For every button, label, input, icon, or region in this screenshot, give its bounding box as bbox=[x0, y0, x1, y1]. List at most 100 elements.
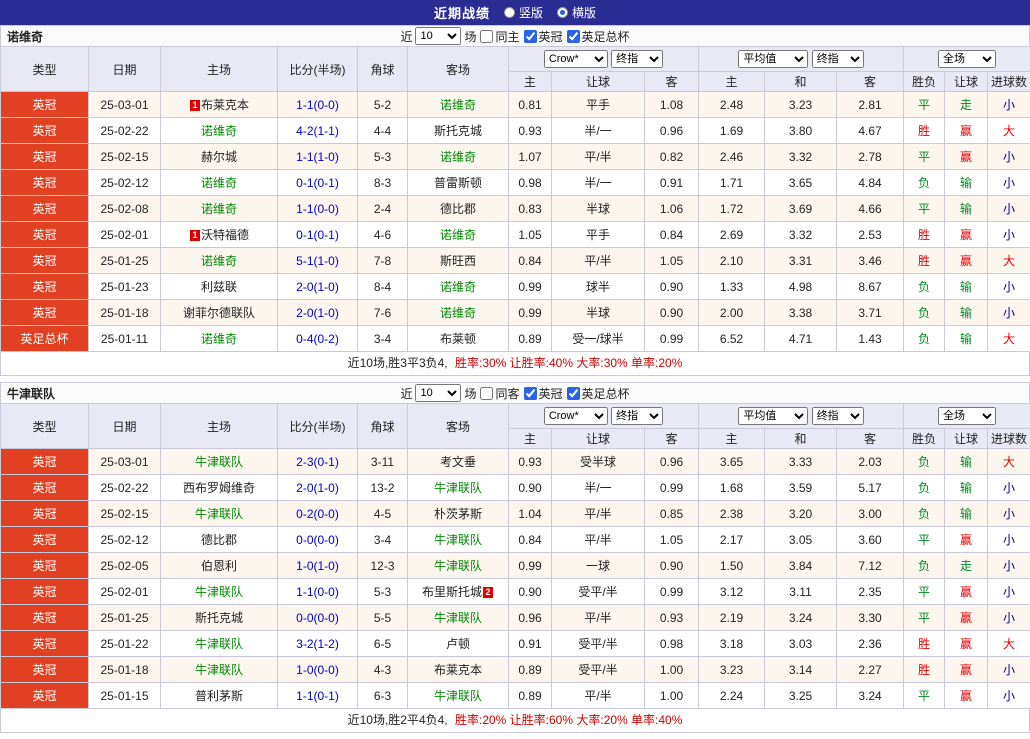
home-team-cell[interactable]: 牛津联队 bbox=[161, 449, 278, 475]
home-team-cell[interactable]: 赫尔城 bbox=[161, 144, 278, 170]
away-team-cell[interactable]: 考文垂 bbox=[408, 449, 509, 475]
odds-group-header: Crow* 终指 bbox=[509, 47, 699, 72]
odds-final-select[interactable]: 终指 bbox=[611, 50, 663, 68]
home-team-cell[interactable]: 牛津联队 bbox=[161, 631, 278, 657]
cup-checkbox[interactable] bbox=[567, 30, 580, 43]
avg-select[interactable]: 平均值 bbox=[738, 50, 808, 68]
odds-company-select[interactable]: Crow* bbox=[544, 50, 608, 68]
score-cell[interactable]: 2-0(1-0) bbox=[278, 274, 358, 300]
cup-filter[interactable]: 英足总杯 bbox=[566, 385, 630, 402]
score-cell[interactable]: 2-0(1-0) bbox=[278, 300, 358, 326]
same-venue-checkbox[interactable] bbox=[480, 30, 493, 43]
same-venue-checkbox[interactable] bbox=[480, 387, 493, 400]
home-team-cell[interactable]: 牛津联队 bbox=[161, 657, 278, 683]
score-cell[interactable]: 5-1(1-0) bbox=[278, 248, 358, 274]
league-filter[interactable]: 英冠 bbox=[523, 385, 563, 402]
away-team-cell[interactable]: 诺维奇 bbox=[408, 144, 509, 170]
home-team-cell[interactable]: 利兹联 bbox=[161, 274, 278, 300]
score-cell[interactable]: 1-1(0-0) bbox=[278, 92, 358, 118]
away-team-cell[interactable]: 牛津联队 bbox=[408, 475, 509, 501]
league-type-cell: 英冠 bbox=[1, 196, 89, 222]
league-type-cell: 英冠 bbox=[1, 449, 89, 475]
focus-team-name: 牛津联队 bbox=[434, 481, 482, 495]
away-team-cell[interactable]: 诺维奇 bbox=[408, 92, 509, 118]
layout-radio-vertical[interactable]: 竖版 bbox=[504, 4, 543, 21]
home-team-cell[interactable]: 牛津联队 bbox=[161, 501, 278, 527]
away-team-cell[interactable]: 诺维奇 bbox=[408, 274, 509, 300]
away-team-cell[interactable]: 朴茨茅斯 bbox=[408, 501, 509, 527]
score-cell[interactable]: 0-1(0-1) bbox=[278, 222, 358, 248]
match-date-cell: 25-02-01 bbox=[89, 222, 161, 248]
away-team-cell[interactable]: 斯旺西 bbox=[408, 248, 509, 274]
avg-final-select[interactable]: 终指 bbox=[812, 407, 864, 425]
away-team-cell[interactable]: 布莱克本 bbox=[408, 657, 509, 683]
home-team-cell[interactable]: 1沃特福德 bbox=[161, 222, 278, 248]
away-team-cell[interactable]: 德比郡 bbox=[408, 196, 509, 222]
away-team-cell[interactable]: 牛津联队 bbox=[408, 683, 509, 709]
home-team-cell[interactable]: 诺维奇 bbox=[161, 326, 278, 352]
away-team-cell[interactable]: 牛津联队 bbox=[408, 605, 509, 631]
avg-draw-odds-cell: 3.14 bbox=[765, 657, 837, 683]
league-filter[interactable]: 英冠 bbox=[523, 28, 563, 45]
cup-checkbox[interactable] bbox=[567, 387, 580, 400]
home-team-cell[interactable]: 牛津联队 bbox=[161, 579, 278, 605]
score-cell[interactable]: 1-0(0-0) bbox=[278, 657, 358, 683]
result-goals-cell: 小 bbox=[988, 605, 1030, 631]
away-team-cell[interactable]: 布里斯托城2 bbox=[408, 579, 509, 605]
score-cell[interactable]: 0-4(0-2) bbox=[278, 326, 358, 352]
scope-select[interactable]: 全场 bbox=[938, 407, 996, 425]
avg-select[interactable]: 平均值 bbox=[738, 407, 808, 425]
score-cell[interactable]: 3-2(1-2) bbox=[278, 631, 358, 657]
home-team-cell[interactable]: 谢菲尔德联队 bbox=[161, 300, 278, 326]
home-team-cell[interactable]: 诺维奇 bbox=[161, 248, 278, 274]
focus-team-name: 牛津联队 bbox=[434, 559, 482, 573]
score-cell[interactable]: 0-0(0-0) bbox=[278, 527, 358, 553]
odds-final-select[interactable]: 终指 bbox=[611, 407, 663, 425]
layout-radio-horizontal[interactable]: 横版 bbox=[557, 4, 596, 21]
avg-draw-odds-cell: 3.80 bbox=[765, 118, 837, 144]
match-count-select[interactable]: 10 bbox=[415, 384, 461, 402]
score-cell[interactable]: 1-1(0-0) bbox=[278, 579, 358, 605]
away-team-cell[interactable]: 布莱顿 bbox=[408, 326, 509, 352]
home-team-cell[interactable]: 诺维奇 bbox=[161, 196, 278, 222]
home-team-cell[interactable]: 德比郡 bbox=[161, 527, 278, 553]
same-venue-filter[interactable]: 同主 bbox=[479, 28, 519, 45]
home-team-cell[interactable]: 诺维奇 bbox=[161, 170, 278, 196]
scope-select[interactable]: 全场 bbox=[938, 50, 996, 68]
score-cell[interactable]: 2-3(0-1) bbox=[278, 449, 358, 475]
match-count-select[interactable]: 10 bbox=[415, 27, 461, 45]
score-cell[interactable]: 4-2(1-1) bbox=[278, 118, 358, 144]
score-cell[interactable]: 0-2(0-0) bbox=[278, 501, 358, 527]
avg-draw-odds-cell: 3.24 bbox=[765, 605, 837, 631]
score-cell[interactable]: 1-1(0-0) bbox=[278, 196, 358, 222]
league-checkbox[interactable] bbox=[524, 387, 537, 400]
avg-final-select[interactable]: 终指 bbox=[812, 50, 864, 68]
away-team-cell[interactable]: 牛津联队 bbox=[408, 553, 509, 579]
score-cell[interactable]: 1-1(1-0) bbox=[278, 144, 358, 170]
score-cell[interactable]: 0-1(0-1) bbox=[278, 170, 358, 196]
away-team-cell[interactable]: 普雷斯顿 bbox=[408, 170, 509, 196]
result-goals-cell: 大 bbox=[988, 449, 1030, 475]
score-cell[interactable]: 1-0(1-0) bbox=[278, 553, 358, 579]
score-cell[interactable]: 2-0(1-0) bbox=[278, 475, 358, 501]
odds-company-select[interactable]: Crow* bbox=[544, 407, 608, 425]
score-cell[interactable]: 0-0(0-0) bbox=[278, 605, 358, 631]
home-team-cell[interactable]: 普利茅斯 bbox=[161, 683, 278, 709]
away-team-cell[interactable]: 牛津联队 bbox=[408, 527, 509, 553]
home-team-cell[interactable]: 西布罗姆维奇 bbox=[161, 475, 278, 501]
score-cell[interactable]: 1-1(0-1) bbox=[278, 683, 358, 709]
away-team-cell[interactable]: 诺维奇 bbox=[408, 222, 509, 248]
home-team-cell[interactable]: 诺维奇 bbox=[161, 118, 278, 144]
league-checkbox[interactable] bbox=[524, 30, 537, 43]
away-team-cell[interactable]: 诺维奇 bbox=[408, 300, 509, 326]
away-team-cell[interactable]: 卢顿 bbox=[408, 631, 509, 657]
home-team-cell[interactable]: 1布莱克本 bbox=[161, 92, 278, 118]
cup-filter[interactable]: 英足总杯 bbox=[566, 28, 630, 45]
league-type-cell: 英冠 bbox=[1, 300, 89, 326]
match-date-cell: 25-02-22 bbox=[89, 118, 161, 144]
home-team-cell[interactable]: 斯托克城 bbox=[161, 605, 278, 631]
same-venue-filter[interactable]: 同客 bbox=[479, 385, 519, 402]
home-team-cell[interactable]: 伯恩利 bbox=[161, 553, 278, 579]
opponent-team-name: 布莱克本 bbox=[434, 663, 482, 677]
away-team-cell[interactable]: 斯托克城 bbox=[408, 118, 509, 144]
